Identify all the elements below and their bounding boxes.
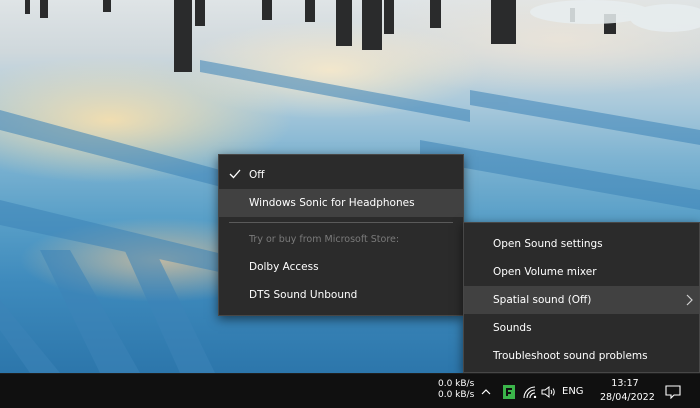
menu-item-sounds[interactable]: Sounds [464, 314, 699, 342]
chevron-right-icon [686, 294, 693, 306]
show-hidden-icons-button[interactable] [478, 374, 494, 408]
chevron-up-icon [481, 388, 491, 394]
notification-icon [665, 384, 681, 399]
menu-item-label: Open Volume mixer [493, 266, 597, 278]
store-heading: Try or buy from Microsoft Store: [219, 225, 463, 253]
app-tray-icon [503, 384, 515, 399]
menu-item-troubleshoot[interactable]: Troubleshoot sound problems [464, 342, 699, 370]
volume-button[interactable] [540, 374, 558, 408]
spatial-option-off[interactable]: Off [219, 161, 463, 189]
clock[interactable]: 13:17 28/04/2022 [600, 377, 655, 405]
taskbar: 0.0 kB/s 0.0 kB/s ENG 13:17 28/04/2022 [0, 373, 700, 408]
clock-time: 13:17 [611, 378, 639, 389]
menu-item-open-sound-settings[interactable]: Open Sound settings [464, 230, 699, 258]
menu-separator [229, 222, 453, 223]
spatial-sound-submenu: Off Windows Sonic for Headphones Try or … [218, 154, 464, 316]
network-upload-speed: 0.0 kB/s [438, 379, 475, 389]
network-button[interactable] [521, 374, 539, 408]
sound-context-menu: Open Sound settings Open Volume mixer Sp… [463, 222, 700, 373]
spatial-option-label: Windows Sonic for Headphones [249, 197, 415, 209]
store-option-dolby-access[interactable]: Dolby Access [219, 253, 463, 281]
wifi-icon [523, 385, 537, 398]
menu-item-label: Open Sound settings [493, 238, 603, 250]
menu-item-open-volume-mixer[interactable]: Open Volume mixer [464, 258, 699, 286]
language-indicator[interactable]: ENG [562, 374, 584, 408]
action-center-button[interactable] [662, 374, 684, 408]
menu-item-label: Sounds [493, 322, 532, 334]
network-speed-widget[interactable]: 0.0 kB/s 0.0 kB/s [438, 379, 474, 401]
store-option-label: Dolby Access [249, 261, 319, 273]
menu-item-label: Troubleshoot sound problems [493, 350, 648, 362]
checkmark-icon [229, 169, 241, 179]
network-download-speed: 0.0 kB/s [438, 390, 475, 400]
spatial-option-label: Off [249, 169, 265, 181]
store-option-dts-sound-unbound[interactable]: DTS Sound Unbound [219, 281, 463, 309]
store-heading-label: Try or buy from Microsoft Store: [249, 233, 400, 245]
store-option-label: DTS Sound Unbound [249, 289, 358, 301]
tray-app-button[interactable] [500, 374, 518, 408]
menu-item-label: Spatial sound (Off) [493, 294, 592, 306]
clock-date: 28/04/2022 [600, 392, 655, 403]
spatial-option-windows-sonic[interactable]: Windows Sonic for Headphones [219, 189, 463, 217]
volume-icon [541, 385, 555, 398]
menu-item-spatial-sound[interactable]: Spatial sound (Off) [464, 286, 699, 314]
